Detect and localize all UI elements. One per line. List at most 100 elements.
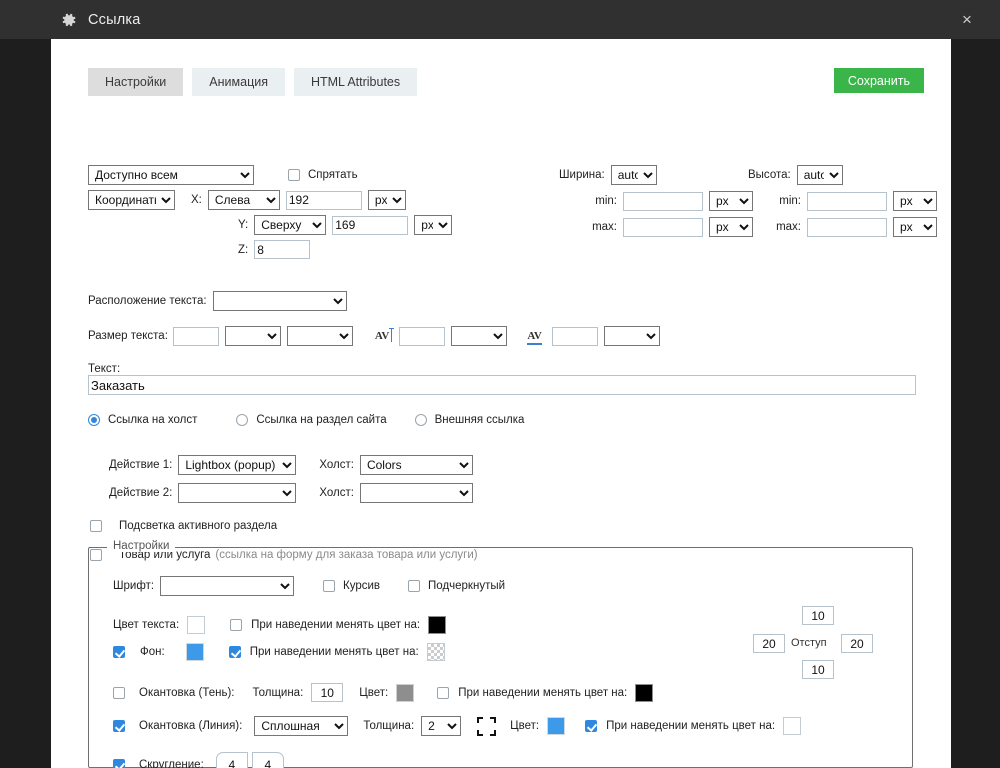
width-min-unit-select[interactable]: px xyxy=(709,191,753,211)
highlight-active-row: Подсветка активного раздела xyxy=(90,520,277,532)
border-style-select[interactable]: Сплошная xyxy=(254,716,348,736)
app-root: Ссылка × Настройки Анимация HTML Attribu… xyxy=(0,0,1000,768)
height-max-unit-select[interactable]: px xyxy=(893,217,937,237)
window-title: Ссылка xyxy=(88,12,141,28)
height-mode-select[interactable]: auto xyxy=(797,165,843,185)
tab-html-attributes[interactable]: HTML Attributes xyxy=(294,68,417,96)
canvas1-select[interactable]: Colors xyxy=(360,455,473,475)
highlight-active-label: Подсветка активного раздела xyxy=(119,520,277,532)
line-height-icon: AV xyxy=(375,330,389,342)
radio-link-external[interactable] xyxy=(415,414,427,426)
padding-right-input[interactable] xyxy=(841,634,873,653)
position-mode-select[interactable]: Координаты xyxy=(88,190,175,210)
text-hover-checkbox[interactable] xyxy=(230,619,242,631)
letter-spacing-input[interactable] xyxy=(552,327,598,346)
action2-label: Действие 2: xyxy=(109,487,172,499)
height-min-unit-select[interactable]: px xyxy=(893,191,937,211)
settings-legend: Настройки xyxy=(107,540,175,552)
settings-fieldset: Настройки Шрифт: Курсив Подчеркнутый Цве… xyxy=(88,547,913,768)
text-size-input[interactable] xyxy=(173,327,219,346)
padding-left-input[interactable] xyxy=(753,634,785,653)
text-size-unit-select[interactable] xyxy=(225,326,281,346)
shadow-color-label: Цвет: xyxy=(359,687,388,699)
canvas1-label: Холст: xyxy=(319,459,354,471)
action2-select[interactable] xyxy=(178,483,296,503)
text-size-weight-select[interactable] xyxy=(287,326,353,346)
text-hover-color-swatch[interactable] xyxy=(428,616,446,634)
canvas2-select[interactable] xyxy=(360,483,473,503)
x-anchor-select[interactable]: Слева xyxy=(208,190,280,210)
border-label: Окантовка (Линия): xyxy=(139,720,242,732)
text-hover-label: При наведении менять цвет на: xyxy=(251,619,420,631)
padding-top-input[interactable] xyxy=(802,606,834,625)
shadow-color-swatch[interactable] xyxy=(396,684,414,702)
shadow-hover-checkbox[interactable] xyxy=(437,687,449,699)
border-hover-checkbox[interactable] xyxy=(585,720,597,732)
border-color-swatch[interactable] xyxy=(547,717,565,735)
tab-settings[interactable]: Настройки xyxy=(88,68,183,96)
height-min-input[interactable] xyxy=(807,192,887,211)
shadow-thickness-label: Толщина: xyxy=(252,687,303,699)
width-min-input[interactable] xyxy=(623,192,703,211)
letter-spacing-unit-select[interactable] xyxy=(604,326,660,346)
radius-tl-input[interactable] xyxy=(216,752,248,768)
action1-row: Действие 1: Lightbox (popup) Холст: Colo… xyxy=(109,455,473,475)
height-label: Высота: xyxy=(748,169,791,181)
text-color-label: Цвет текста: xyxy=(113,619,179,631)
italic-checkbox[interactable] xyxy=(323,580,335,592)
width-max-row: max: px xyxy=(591,217,753,237)
padding-bottom-input[interactable] xyxy=(802,660,834,679)
border-thickness-select[interactable]: 2 xyxy=(421,716,461,736)
width-mode-select[interactable]: auto xyxy=(611,165,657,185)
background-hover-color-swatch[interactable] xyxy=(427,643,445,661)
shadow-thickness-input[interactable] xyxy=(311,683,343,702)
width-max-input[interactable] xyxy=(623,218,703,237)
radio-link-canvas[interactable] xyxy=(88,414,100,426)
text-input[interactable] xyxy=(88,375,916,395)
save-button[interactable]: Сохранить xyxy=(834,68,924,93)
text-placement-select[interactable] xyxy=(213,291,347,311)
background-color-swatch[interactable] xyxy=(186,643,204,661)
visibility-row: Доступно всем Спрятать xyxy=(88,165,358,185)
y-anchor-select[interactable]: Сверху xyxy=(254,215,326,235)
shadow-checkbox[interactable] xyxy=(113,687,125,699)
visibility-select[interactable]: Доступно всем xyxy=(88,165,254,185)
width-max-unit-select[interactable]: px xyxy=(709,217,753,237)
text-color-swatch[interactable] xyxy=(187,616,205,634)
highlight-active-checkbox[interactable] xyxy=(90,520,102,532)
x-unit-select[interactable]: px xyxy=(368,190,406,210)
radius-row: Скругление: xyxy=(113,752,284,768)
z-value-input[interactable] xyxy=(254,240,310,259)
radius-checkbox[interactable] xyxy=(113,759,125,768)
shadow-label: Окантовка (Тень): xyxy=(139,687,234,699)
border-color-label: Цвет: xyxy=(510,720,539,732)
z-label: Z: xyxy=(238,244,248,256)
canvas2-label: Холст: xyxy=(319,487,354,499)
width-max-label: max: xyxy=(591,221,617,233)
radio-link-section[interactable] xyxy=(236,414,248,426)
border-hover-color-swatch[interactable] xyxy=(783,717,801,735)
font-select[interactable] xyxy=(160,576,294,596)
y-value-input[interactable] xyxy=(332,216,408,235)
y-unit-select[interactable]: px xyxy=(414,215,452,235)
height-max-input[interactable] xyxy=(807,218,887,237)
background-checkbox[interactable] xyxy=(113,646,125,658)
border-checkbox[interactable] xyxy=(113,720,125,732)
line-height-input[interactable] xyxy=(399,327,445,346)
underline-label: Подчеркнутый xyxy=(428,580,505,592)
radius-tr-input[interactable] xyxy=(252,752,284,768)
close-icon[interactable]: × xyxy=(934,0,1000,39)
width-min-label: min: xyxy=(591,195,617,207)
background-hover-checkbox[interactable] xyxy=(229,646,241,658)
tab-animation[interactable]: Анимация xyxy=(192,68,285,96)
underline-checkbox[interactable] xyxy=(408,580,420,592)
position-y-row: Y: Сверху px xyxy=(238,215,452,235)
action1-select[interactable]: Lightbox (popup) xyxy=(178,455,296,475)
shadow-hover-color-swatch[interactable] xyxy=(635,684,653,702)
hide-checkbox[interactable] xyxy=(288,169,300,181)
dashed-box-icon[interactable] xyxy=(477,717,496,736)
x-value-input[interactable] xyxy=(286,191,362,210)
line-height-unit-select[interactable] xyxy=(451,326,507,346)
border-row: Окантовка (Линия): Сплошная Толщина: 2 Ц… xyxy=(113,716,801,736)
background-label: Фон: xyxy=(140,646,165,658)
